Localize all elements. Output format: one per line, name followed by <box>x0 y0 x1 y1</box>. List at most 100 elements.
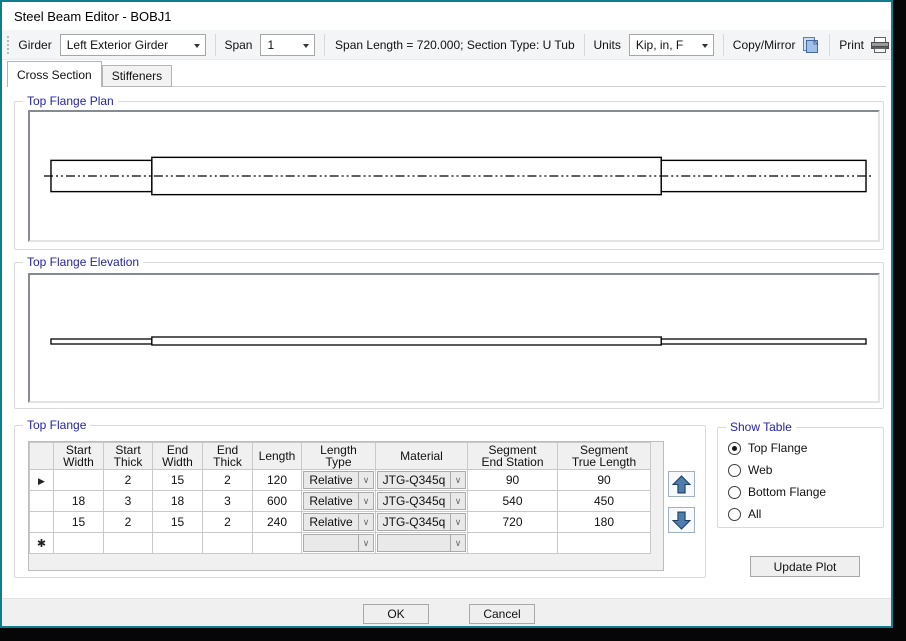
units-label: Units <box>594 38 621 52</box>
cell-material-dropdown[interactable]: JTG-Q345q∨ <box>376 512 468 533</box>
chevron-down-icon[interactable]: ∨ <box>450 471 466 489</box>
cell-start-thick[interactable]: 3 <box>104 491 153 512</box>
copy-icon <box>800 36 820 54</box>
cell-start-thick[interactable]: 2 <box>104 512 153 533</box>
cell-material-dropdown[interactable]: JTG-Q345q∨ <box>376 491 468 512</box>
col-header-length[interactable]: Length <box>253 443 302 470</box>
radio-label: All <box>748 507 761 521</box>
down-arrow-icon <box>672 511 691 530</box>
cell-length[interactable]: 600 <box>253 491 302 512</box>
print-button[interactable]: Print <box>839 36 891 54</box>
cell-start-width-empty[interactable] <box>54 533 104 554</box>
top-flange-plan-title: Top Flange Plan <box>23 94 118 108</box>
radio-web[interactable]: Web <box>728 463 772 477</box>
cell-length-type-dropdown[interactable]: Relative∨ <box>302 491 376 512</box>
col-header-start-width[interactable]: StartWidth <box>54 443 104 470</box>
top-flange-table-title: Top Flange <box>23 418 90 432</box>
radio-all[interactable]: All <box>728 507 761 521</box>
cell-end-thick[interactable]: 3 <box>203 491 253 512</box>
cell-end-width[interactable]: 18 <box>153 491 203 512</box>
col-header-segment-true-length[interactable]: SegmentTrue Length <box>558 443 651 470</box>
update-plot-button[interactable]: Update Plot <box>750 556 860 577</box>
cell-length-empty[interactable] <box>253 533 302 554</box>
radio-button-icon <box>728 486 741 499</box>
new-row-header[interactable]: ✱ <box>30 533 54 554</box>
cell-length-type-dropdown[interactable]: Relative∨ <box>302 512 376 533</box>
tab-label: Stiffeners <box>112 69 162 83</box>
cell-segment-true-length[interactable]: 180 <box>558 512 651 533</box>
col-header-start-thick[interactable]: StartThick <box>104 443 153 470</box>
toolbar-separator <box>215 34 216 56</box>
span-select[interactable]: 1 <box>260 34 315 56</box>
tab-cross-section[interactable]: Cross Section <box>7 61 102 87</box>
corner-header[interactable] <box>30 443 54 470</box>
table-new-row: ✱ ∨ ∨ <box>30 533 651 554</box>
cell-segment-true-length-empty[interactable] <box>558 533 651 554</box>
units-select[interactable]: Kip, in, F <box>629 34 714 56</box>
cell-end-thick-empty[interactable] <box>203 533 253 554</box>
chevron-down-icon[interactable]: ∨ <box>358 471 374 489</box>
ok-button[interactable]: OK <box>363 604 429 624</box>
tab-stiffeners[interactable]: Stiffeners <box>102 65 172 87</box>
top-flange-elevation-plot <box>28 273 880 403</box>
window-title: Steel Beam Editor - BOBJ1 <box>14 9 172 24</box>
top-flange-table-group: Top Flange StartWidth StartThick EndWidt… <box>14 425 706 578</box>
cell-start-thick[interactable]: 2 <box>104 470 153 491</box>
row-header[interactable] <box>30 491 54 512</box>
cell-start-width-selected[interactable]: 15 <box>54 470 104 491</box>
cell-segment-end-station[interactable]: 720 <box>468 512 558 533</box>
cell-end-width[interactable]: 15 <box>153 512 203 533</box>
cell-start-width[interactable]: 18 <box>54 491 104 512</box>
cell-material-dropdown-empty[interactable]: ∨ <box>376 533 468 554</box>
table-row: 18 3 18 3 600 Relative∨ JTG-Q345q∨ 540 4… <box>30 491 651 512</box>
col-header-length-type[interactable]: LengthType <box>302 443 376 470</box>
cell-length[interactable]: 240 <box>253 512 302 533</box>
units-value: Kip, in, F <box>636 38 683 52</box>
cancel-button[interactable]: Cancel <box>469 604 535 624</box>
move-row-down-button[interactable] <box>668 507 695 533</box>
chevron-down-icon[interactable]: ∨ <box>450 513 466 531</box>
segment-datagrid: StartWidth StartThick EndWidth EndThick … <box>28 441 664 571</box>
cell-end-thick[interactable]: 2 <box>203 470 253 491</box>
move-row-up-button[interactable] <box>668 471 695 497</box>
col-header-material[interactable]: Material <box>376 443 468 470</box>
span-label: Span <box>224 38 252 52</box>
col-header-segment-end-station[interactable]: SegmentEnd Station <box>468 443 558 470</box>
toolbar-grip-handle[interactable] <box>6 35 9 55</box>
cell-length-type-dropdown-empty[interactable]: ∨ <box>302 533 376 554</box>
chevron-down-icon[interactable]: ∨ <box>358 534 374 552</box>
cell-material-dropdown[interactable]: JTG-Q345q∨ <box>376 470 468 491</box>
col-header-end-thick[interactable]: EndThick <box>203 443 253 470</box>
row-header-current[interactable]: ▶ <box>30 470 54 491</box>
cell-segment-end-station-empty[interactable] <box>468 533 558 554</box>
toolbar-separator <box>324 34 325 56</box>
radio-button-icon <box>728 508 741 521</box>
radio-top-flange[interactable]: Top Flange <box>728 441 807 455</box>
radio-label: Web <box>748 463 772 477</box>
cell-end-thick[interactable]: 2 <box>203 512 253 533</box>
cell-start-width[interactable]: 15 <box>54 512 104 533</box>
top-flange-elevation-group: Top Flange Elevation <box>14 262 884 409</box>
title-bar: Steel Beam Editor - BOBJ1 <box>2 2 891 30</box>
chevron-down-icon[interactable]: ∨ <box>450 492 466 510</box>
cell-length-type-dropdown[interactable]: Relative∨ <box>302 470 376 491</box>
radio-bottom-flange[interactable]: Bottom Flange <box>728 485 826 499</box>
cell-end-width[interactable]: 15 <box>153 470 203 491</box>
chevron-down-icon <box>702 44 708 48</box>
chevron-down-icon[interactable]: ∨ <box>450 534 466 552</box>
chevron-down-icon[interactable]: ∨ <box>358 492 374 510</box>
toolbar-separator <box>584 34 585 56</box>
cell-length[interactable]: 120 <box>253 470 302 491</box>
col-header-end-width[interactable]: EndWidth <box>153 443 203 470</box>
row-header[interactable] <box>30 512 54 533</box>
cell-segment-end-station[interactable]: 90 <box>468 470 558 491</box>
cell-start-thick-empty[interactable] <box>104 533 153 554</box>
cell-segment-true-length[interactable]: 450 <box>558 491 651 512</box>
copy-mirror-button[interactable]: Copy/Mirror <box>733 36 821 54</box>
cell-segment-end-station[interactable]: 540 <box>468 491 558 512</box>
girder-select[interactable]: Left Exterior Girder <box>60 34 206 56</box>
show-table-group: Show Table Top Flange Web Bottom Flange … <box>717 427 884 528</box>
cell-segment-true-length[interactable]: 90 <box>558 470 651 491</box>
chevron-down-icon[interactable]: ∨ <box>358 513 374 531</box>
cell-end-width-empty[interactable] <box>153 533 203 554</box>
